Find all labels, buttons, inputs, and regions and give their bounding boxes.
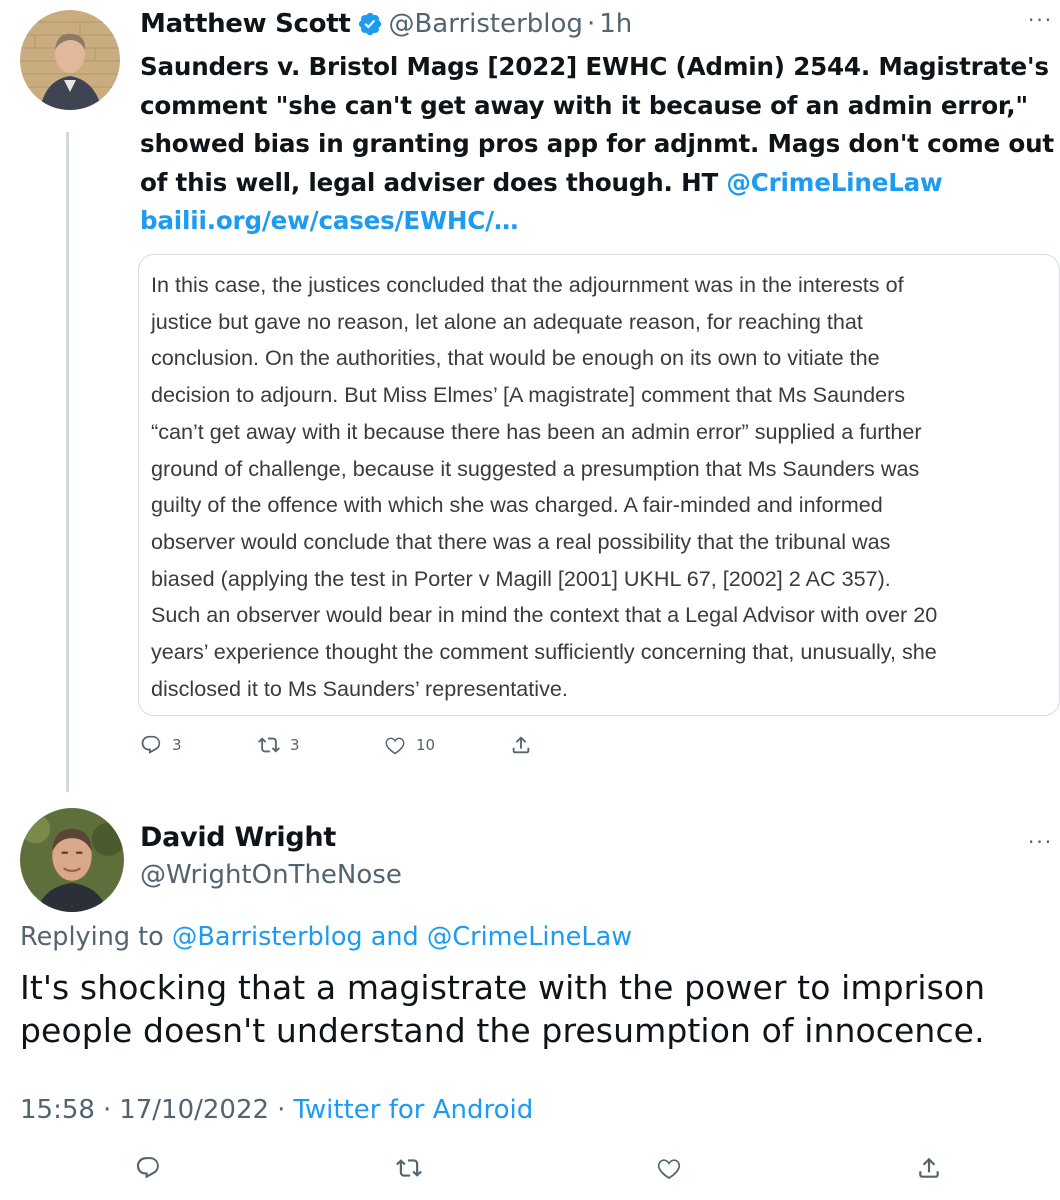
mention-link[interactable]: @CrimeLineLaw — [726, 168, 942, 197]
mention-link[interactable]: @Barristerblog — [172, 922, 363, 952]
tweet-text-line: people doesn't understand the presumptio… — [20, 1011, 985, 1050]
quote-line: justice but gave no reason, let alone an… — [151, 308, 863, 334]
reply-icon — [141, 735, 161, 754]
tweet-source-link[interactable]: Twitter for Android — [293, 1095, 533, 1125]
tweet-timestamp[interactable]: 1h — [599, 9, 632, 39]
like-icon — [657, 1159, 681, 1180]
quote-line: years’ experience thought the comment su… — [151, 639, 937, 665]
quote-line: Such an observer would bear in mind the … — [151, 602, 938, 628]
share-button[interactable] — [916, 1155, 942, 1181]
tweet-text-line: of this well, legal adviser does though.… — [140, 164, 1055, 203]
quote-line: conclusion. On the authorities, that wou… — [151, 345, 880, 371]
avatar-matthew-scott-photo — [20, 10, 120, 110]
quote-line: decision to adjourn. But Miss Elmes’ [A … — [151, 382, 906, 408]
replying-and: and — [362, 922, 427, 952]
quote-line: “can’t get away with it because there ha… — [151, 418, 922, 444]
thread-connector-line — [66, 132, 69, 792]
quote-line: disclosed it to Ms Saunders’ representat… — [151, 675, 568, 701]
tweet-actions — [0, 1155, 1060, 1185]
verified-badge-icon — [357, 11, 383, 37]
replying-to-label: Replying to — [20, 922, 172, 952]
tweet-thread: Matthew Scott @Barristerblog · 1h ··· Sa… — [0, 0, 1060, 1200]
retweet-button[interactable] — [396, 1155, 422, 1181]
more-icon[interactable]: ··· — [1028, 832, 1053, 852]
separator-dot: · — [102, 1095, 112, 1125]
separator-dot: · — [586, 9, 596, 39]
separator-dot: · — [277, 1095, 286, 1125]
tweet-header: Matthew Scott @Barristerblog · 1h — [140, 4, 632, 44]
retweet-count: 3 — [290, 736, 300, 754]
tweet-date[interactable]: 17/10/2022 — [119, 1095, 269, 1125]
replying-to-line: Replying to @Barristerblog and @CrimeLin… — [20, 922, 632, 952]
quoted-image-card[interactable]: In this case, the justices concluded tha… — [138, 254, 1060, 716]
author-name[interactable]: Matthew Scott — [140, 9, 351, 39]
quote-line: guilty of the offence with which she was… — [151, 492, 883, 518]
more-icon[interactable]: ··· — [1028, 10, 1053, 30]
avatar-david-wright-photo — [20, 808, 124, 912]
avatar[interactable] — [20, 808, 124, 912]
tweet-text-line: comment "she can't get away with it beca… — [140, 90, 1028, 120]
url-link[interactable]: bailii.org/ew/cases/EWHC/… — [140, 202, 1055, 241]
reply-button[interactable] — [135, 1155, 161, 1181]
like-icon — [385, 737, 405, 755]
tweet-meta: 15:58 · 17/10/2022 · Twitter for Android — [20, 1095, 533, 1125]
quote-line: biased (applying the test in Porter v Ma… — [151, 565, 891, 591]
share-icon — [919, 1157, 939, 1178]
author-handle[interactable]: @Barristerblog — [388, 9, 582, 39]
reply-button[interactable]: 3 — [140, 734, 258, 756]
tweet-text: It's shocking that a magistrate with the… — [20, 966, 1040, 1052]
like-button[interactable] — [656, 1155, 682, 1181]
like-button[interactable]: 10 — [384, 734, 510, 756]
tweet-text-fragment: of this well, legal adviser does though.… — [140, 167, 727, 197]
mention-link[interactable]: @CrimeLineLaw — [427, 922, 632, 952]
retweet-icon — [396, 1159, 422, 1177]
like-count: 10 — [416, 736, 436, 754]
author-handle[interactable]: @WrightOnTheNose — [140, 860, 402, 890]
tweet-text-line: Saunders v. Bristol Mags [2022] EWHC (Ad… — [140, 52, 1049, 81]
tweet-time[interactable]: 15:58 — [20, 1095, 95, 1125]
share-button[interactable] — [510, 734, 532, 756]
tweet-text-line: showed bias in granting pros app for adj… — [140, 129, 1054, 158]
retweet-button[interactable]: 3 — [258, 734, 384, 756]
tweet-actions: 3 3 10 — [140, 732, 532, 758]
share-icon — [512, 736, 530, 754]
quote-line: In this case, the justices concluded tha… — [151, 272, 904, 297]
reply-count: 3 — [172, 736, 182, 754]
reply-icon — [136, 1157, 159, 1179]
quote-line: observer would conclude that there was a… — [151, 528, 891, 554]
quote-line: ground of challenge, because it suggeste… — [151, 455, 920, 481]
avatar[interactable] — [20, 10, 120, 110]
tweet-text-line: It's shocking that a magistrate with the… — [20, 968, 986, 1007]
quoted-text: In this case, the justices concluded tha… — [151, 267, 1059, 707]
retweet-icon — [258, 737, 280, 753]
author-name[interactable]: David Wright — [140, 822, 336, 853]
tweet-text: Saunders v. Bristol Mags [2022] EWHC (Ad… — [140, 48, 1055, 241]
